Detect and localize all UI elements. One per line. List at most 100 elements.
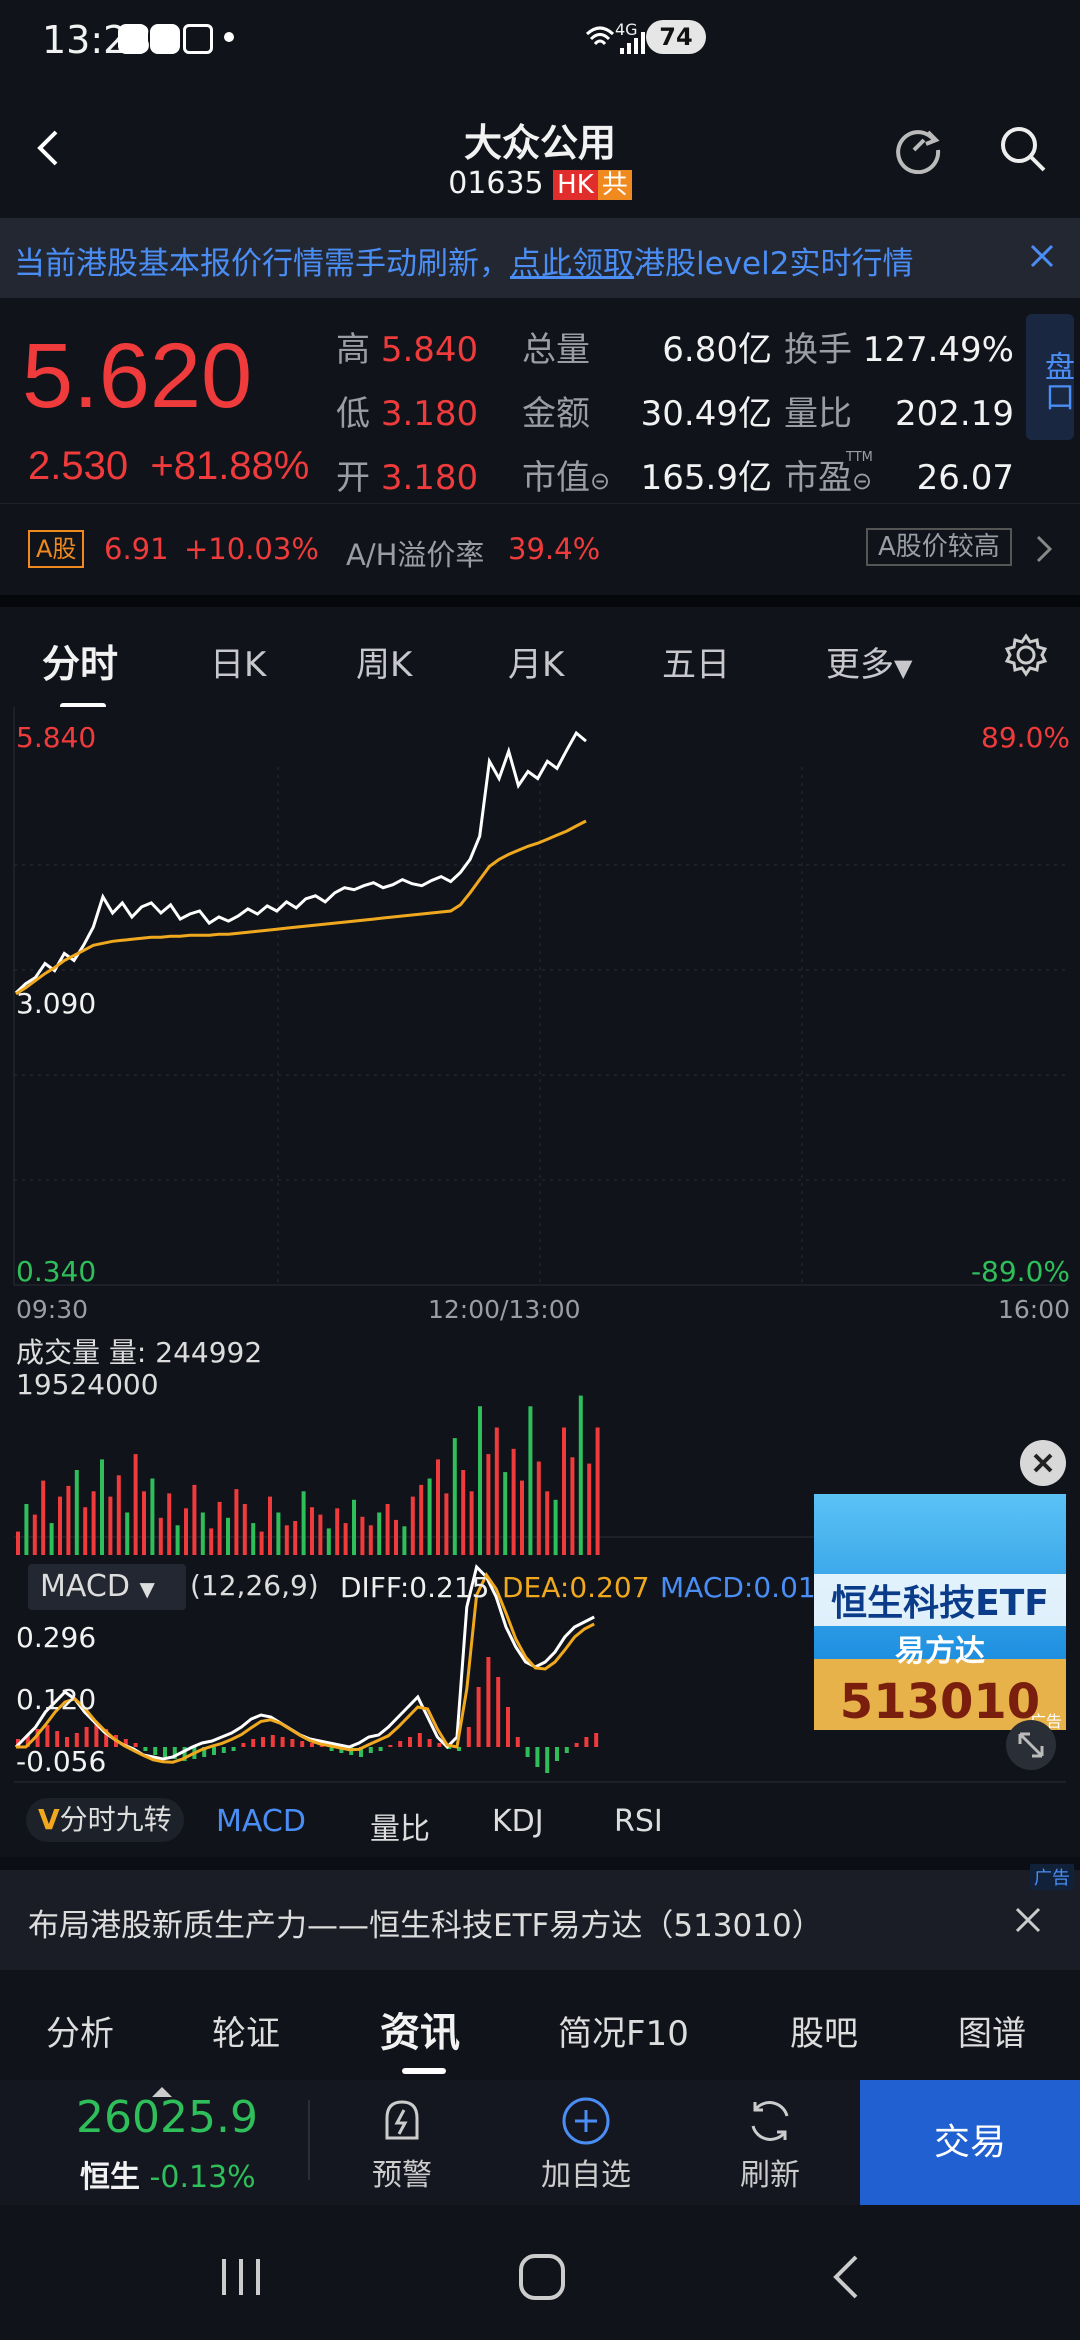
tab-more[interactable]: 更多▼ (826, 637, 912, 686)
ad-sub: 易方达 (895, 1634, 985, 1669)
chart-area[interactable]: 5.840 3.090 0.340 89.0% -89.0% 09:30 12:… (0, 707, 1080, 1857)
macd-histogram-bar (555, 1747, 559, 1761)
macd-y-bot: -0.056 (16, 1745, 107, 1778)
macd-histogram-bar (231, 1747, 236, 1751)
chevron-right-icon[interactable] (1034, 534, 1054, 564)
ad-bar-text[interactable]: 布局港股新质生产力——恒生科技ETF易方达（513010） (28, 1900, 823, 1945)
volume-bar (142, 1491, 146, 1556)
home-icon[interactable] (518, 2251, 566, 2303)
tab-week-k[interactable]: 周K (356, 637, 412, 686)
volume-value: 244992 (155, 1336, 263, 1369)
macd-dropdown[interactable]: MACD ▼ (28, 1564, 186, 1610)
pct-bot-label: -89.0% (970, 1255, 1070, 1288)
search-icon[interactable] (998, 124, 1048, 174)
open-label: 开 (336, 458, 370, 498)
ttm-label: TTM (846, 450, 873, 465)
a-share-tag: A股 (28, 530, 85, 568)
indicator-rsi[interactable]: RSI (614, 1804, 663, 1839)
indicator-macd[interactable]: MACD (216, 1804, 306, 1839)
recents-icon[interactable] (218, 2255, 264, 2299)
volume-bar (553, 1499, 558, 1556)
nav-back-icon[interactable] (830, 2253, 860, 2301)
last-price: 5.620 (22, 325, 253, 427)
ad-bar[interactable]: 布局港股新质生产力——恒生科技ETF易方达（513010） 广告 (0, 1864, 1080, 1970)
volume-bar (478, 1406, 482, 1556)
tab-day-k[interactable]: 日K (210, 637, 266, 686)
volume-bar (427, 1478, 432, 1555)
volume-bar (520, 1480, 524, 1555)
a-share-row[interactable]: A股 6.91 +10.03% A/H溢价率 39.4% A股价较高 (0, 503, 1080, 595)
a-price-higher-button[interactable]: A股价较高 (866, 528, 1012, 566)
macd-histogram-bar (84, 1727, 89, 1747)
volume-title: 成交量 (16, 1336, 101, 1369)
volume-bar (343, 1523, 348, 1555)
trade-label: 交易 (933, 2122, 1006, 2163)
volume-bar (444, 1493, 449, 1555)
volume-bar (318, 1514, 323, 1555)
banner-link[interactable]: 点此领取 (510, 246, 634, 282)
tab-f10[interactable]: 简况F10 (558, 2006, 689, 2055)
system-nav-bar (0, 2205, 1080, 2340)
macd-histogram-bar (153, 1747, 158, 1755)
volume-bar (326, 1528, 331, 1555)
y-top-label: 5.840 (16, 721, 97, 754)
alert-button[interactable]: 预警 (310, 2080, 494, 2205)
refresh-button[interactable]: 刷新 (678, 2080, 862, 2205)
macd-histogram-bar (388, 1745, 393, 1747)
volume-bar (49, 1523, 54, 1555)
l2-banner[interactable]: 当前港股基本报价行情需手动刷新，点此领取港股level2实时行情 (0, 218, 1080, 298)
macd-diff: DIFF:0.215 (340, 1571, 490, 1604)
tab-more-label: 更多 (826, 645, 894, 685)
macd-histogram-bar (270, 1735, 275, 1747)
banner-text[interactable]: 当前港股基本报价行情需手动刷新，点此领取港股level2实时行情 (14, 238, 913, 283)
tab-news[interactable]: 资讯 (380, 2000, 460, 2058)
volume-bar (436, 1459, 440, 1555)
macd-histogram-bar (212, 1747, 216, 1755)
volume-bar (200, 1512, 205, 1555)
volume-bar (587, 1463, 592, 1555)
price-change: 2.530 +81.88% (28, 444, 309, 489)
tab-analysis[interactable]: 分析 (46, 2006, 114, 2055)
ad-bar-close-icon[interactable] (1014, 1906, 1042, 1934)
macd-y-top: 0.296 (16, 1621, 97, 1654)
avg-price-line (15, 819, 587, 996)
volume-bar (301, 1491, 306, 1556)
tab-intraday[interactable]: 分时 (42, 633, 118, 688)
settings-gear-icon[interactable] (1004, 633, 1048, 677)
tab-warrants[interactable]: 轮证 (212, 2006, 280, 2055)
volume-bar (545, 1491, 550, 1556)
add-watchlist-button[interactable]: 加自选 (494, 2080, 678, 2205)
volume-bar (74, 1470, 79, 1555)
tab-month-k[interactable]: 月K (508, 637, 564, 686)
macd-histogram-bar (133, 1743, 138, 1747)
indicator-volume-ratio[interactable]: 量比 (370, 1804, 430, 1848)
banner-close-icon[interactable] (1028, 242, 1056, 270)
volume-bar (570, 1457, 575, 1555)
indicator-kdj[interactable]: KDJ (492, 1804, 544, 1839)
macd-histogram-bar (163, 1747, 167, 1757)
volume-bar (410, 1496, 415, 1555)
expand-icon[interactable] (1006, 1720, 1056, 1770)
volume-bar (41, 1480, 46, 1555)
volume-bar (234, 1489, 239, 1555)
macd-histogram-bar (290, 1739, 295, 1747)
tab-five-day[interactable]: 五日 (662, 637, 730, 686)
macd-params: (12,26,9) (190, 1569, 319, 1602)
nine-turn-tag[interactable]: V分时九转 (26, 1798, 184, 1842)
trade-button[interactable]: 交易 (860, 2080, 1080, 2205)
ad-close-icon[interactable] (1020, 1440, 1066, 1486)
floating-ad[interactable]: 恒生科技ETF 易方达 513010 广告 (814, 1494, 1066, 1730)
mcap-info-icon[interactable]: ⊝ (590, 467, 610, 495)
macd-histogram-bar (594, 1733, 599, 1747)
volume-bar (419, 1484, 424, 1555)
volume-bar (116, 1475, 121, 1555)
tab-forum[interactable]: 股吧 (790, 2006, 858, 2055)
refresh-quote-icon[interactable] (894, 124, 944, 175)
volume-bar (284, 1525, 289, 1555)
amt-value: 30.49亿 (640, 394, 772, 434)
hsi-index[interactable]: 26025.9 恒生 -0.13% (0, 2092, 310, 2202)
tab-graph[interactable]: 图谱 (958, 2006, 1026, 2055)
volume-bar (184, 1508, 188, 1556)
pankou-tab[interactable]: 盘口 (1026, 314, 1074, 440)
quote-panel: 5.620 2.530 +81.88% 高 5.840 低 3.180 开 3.… (0, 298, 1080, 503)
